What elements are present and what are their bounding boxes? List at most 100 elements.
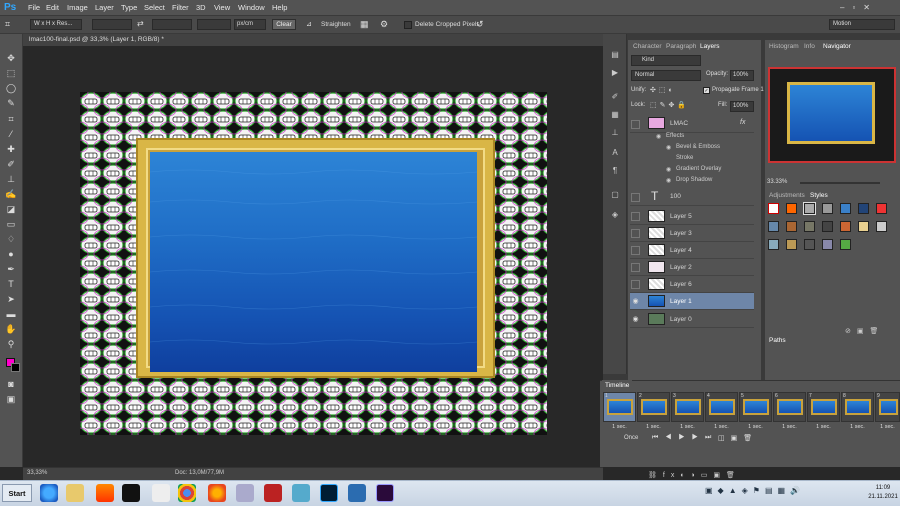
frame-delay[interactable]: 1 sec. <box>739 424 772 430</box>
tab-timeline[interactable]: Timeline <box>602 380 633 391</box>
width-input[interactable] <box>92 19 132 30</box>
clear-button[interactable]: Clear <box>272 19 296 30</box>
style-swatch[interactable] <box>840 239 851 250</box>
playback-controls[interactable]: ⏮◀▶▶⏭ <box>652 434 718 442</box>
pen-tool-icon[interactable]: ✒ <box>4 263 18 275</box>
style-swatch[interactable] <box>858 203 869 214</box>
brush-panel-icon[interactable]: ✐ <box>608 92 622 104</box>
menu-view[interactable]: View <box>214 0 230 16</box>
tab-paragraph[interactable]: Paragraph <box>663 41 699 52</box>
style-swatch[interactable] <box>768 203 779 214</box>
tab-layers[interactable]: Layers <box>697 41 723 52</box>
character-panel-icon[interactable]: A <box>608 148 622 160</box>
eye-icon[interactable]: ◉ <box>631 297 640 306</box>
effect-eye-icon[interactable]: ◉ <box>666 144 671 151</box>
visibility-toggle[interactable] <box>631 120 640 129</box>
dodge-tool-icon[interactable]: ● <box>4 248 18 260</box>
quick-select-tool-icon[interactable]: ✎ <box>4 97 18 109</box>
straighten-label[interactable]: Straighten <box>321 20 351 30</box>
frame-tools[interactable]: ◫▣🗑 <box>718 434 758 442</box>
gradient-tool-icon[interactable]: ▭ <box>4 218 18 230</box>
menu-window[interactable]: Window <box>238 0 265 16</box>
blend-mode-select[interactable]: Normal <box>631 70 701 81</box>
frame-delay[interactable]: 1 sec. <box>773 424 806 430</box>
navigator-zoom[interactable]: 33.33% <box>767 179 787 185</box>
style-swatch[interactable] <box>768 239 779 250</box>
effects-eye-icon[interactable]: ◉ <box>656 133 661 140</box>
frame-delay[interactable]: 1 sec. <box>637 424 670 430</box>
layer-name[interactable]: Layer 0 <box>670 316 692 323</box>
visibility-toggle[interactable] <box>631 246 640 255</box>
play-actions-icon[interactable]: ▶ <box>608 68 622 80</box>
frame-delay[interactable]: 1 sec. <box>875 424 900 430</box>
tab-character[interactable]: Character <box>630 41 665 52</box>
zoom-tool-icon[interactable]: ⚲ <box>4 338 18 350</box>
menu-layer[interactable]: Layer <box>95 0 114 16</box>
document-tab[interactable]: lmac100-final.psd @ 33,3% (Layer 1, RGB/… <box>29 35 164 45</box>
unit-select[interactable]: px/cm <box>234 19 266 30</box>
clone-source-icon[interactable]: ⊥ <box>608 128 622 140</box>
vlc-icon[interactable] <box>96 484 114 502</box>
reset-icon[interactable]: ↺ <box>476 19 488 31</box>
tab-info[interactable]: Info <box>801 41 818 52</box>
folder-icon[interactable] <box>66 484 84 502</box>
blur-tool-icon[interactable]: ♢ <box>4 233 18 245</box>
background-color-swatch[interactable] <box>11 363 20 372</box>
lock-icons[interactable]: ⬚✎✥🔒 <box>650 101 689 109</box>
path-select-tool-icon[interactable]: ➤ <box>4 293 18 305</box>
kind-filter-select[interactable]: Kind <box>631 55 701 66</box>
delete-cropped-checkbox[interactable] <box>404 21 412 29</box>
history-icon[interactable]: ▤ <box>608 50 622 62</box>
frame-delay[interactable]: 1 sec. <box>807 424 840 430</box>
style-swatch[interactable] <box>876 203 887 214</box>
style-swatch[interactable] <box>786 239 797 250</box>
window-controls[interactable]: –▫✕ <box>840 3 895 13</box>
start-button[interactable]: Start <box>2 484 32 502</box>
resolution-input[interactable] <box>197 19 231 30</box>
fill-input[interactable]: 100% <box>730 101 754 112</box>
visibility-toggle[interactable] <box>631 263 640 272</box>
marquee-tool-icon[interactable]: ⬚ <box>4 67 18 79</box>
browser-icon[interactable] <box>40 484 58 502</box>
zoom-readout[interactable]: 33,33% <box>27 470 47 476</box>
crop-tool-icon[interactable]: ⌗ <box>5 19 19 31</box>
quick-mask-icon[interactable]: ◙ <box>4 378 18 390</box>
opacity-input[interactable]: 100% <box>730 70 754 81</box>
system-tray-icons[interactable]: ▣◆▲◈⚑▤▦🔊 <box>705 486 805 495</box>
menu-help[interactable]: Help <box>272 0 287 16</box>
workspace-select[interactable]: Motion <box>829 19 895 30</box>
frame-delay[interactable]: 1 sec. <box>841 424 874 430</box>
effect-gradient-overlay[interactable]: Gradient Overlay <box>676 166 721 172</box>
layers-footer-icons[interactable]: ⛓fx◐◑▭▣🗑 <box>648 471 741 479</box>
properties-icon[interactable]: ▢ <box>608 190 622 202</box>
style-swatch[interactable] <box>876 221 887 232</box>
menu-select[interactable]: Select <box>144 0 165 16</box>
layer-name[interactable]: LMAC <box>670 120 688 127</box>
layer-name[interactable]: Layer 1 <box>670 298 692 305</box>
unify-icons[interactable]: ✣⬚◐ <box>650 86 676 94</box>
frame-delay[interactable]: 1 sec. <box>705 424 738 430</box>
healing-tool-icon[interactable]: ✚ <box>4 143 18 155</box>
tab-navigator[interactable]: Navigator <box>820 41 854 52</box>
height-input[interactable] <box>152 19 192 30</box>
layer-row-100[interactable] <box>630 188 754 206</box>
visibility-toggle[interactable] <box>631 229 640 238</box>
visibility-toggle[interactable] <box>631 280 640 289</box>
history-brush-tool-icon[interactable]: ✍ <box>4 188 18 200</box>
visibility-toggle[interactable] <box>631 212 640 221</box>
crop-tool-icon[interactable]: ⌗ <box>4 113 18 125</box>
effect-bevel-emboss[interactable]: Bevel & Emboss <box>676 144 720 150</box>
style-swatch[interactable] <box>858 221 869 232</box>
layer-name[interactable]: Layer 4 <box>670 247 692 254</box>
lasso-tool-icon[interactable]: ◯ <box>4 82 18 94</box>
eye-icon[interactable]: ◉ <box>631 315 640 324</box>
doc-size-readout[interactable]: Doc: 13,0M/77,9M <box>175 470 224 476</box>
tab-paths[interactable]: Paths <box>766 335 789 346</box>
frame-delay[interactable]: 1 sec. <box>671 424 704 430</box>
paragraph-panel-icon[interactable]: ¶ <box>608 166 622 178</box>
shape-tool-icon[interactable]: ▬ <box>4 308 18 320</box>
menu-image[interactable]: Image <box>67 0 88 16</box>
visibility-toggle[interactable] <box>631 193 640 202</box>
style-swatch[interactable] <box>786 203 797 214</box>
layer-name[interactable]: Layer 3 <box>670 230 692 237</box>
